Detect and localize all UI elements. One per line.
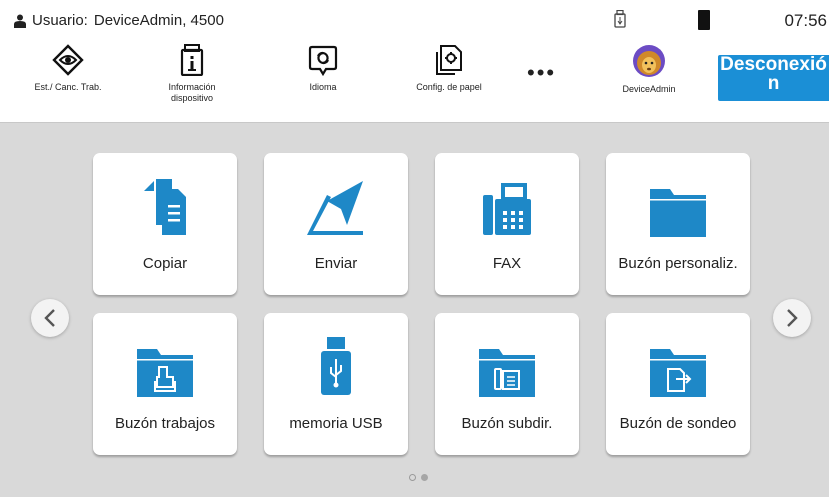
tile-send[interactable]: Enviar	[264, 153, 408, 295]
send-icon	[307, 181, 363, 235]
custom-box-icon	[650, 189, 706, 237]
page-indicator	[409, 474, 428, 481]
user-info: Usuario: DeviceAdmin, 4500	[14, 12, 224, 29]
next-page-button[interactable]	[773, 299, 811, 337]
tile-fax-label: FAX	[492, 255, 522, 272]
usb-status-icon	[614, 10, 626, 28]
usb-icon	[321, 337, 351, 395]
device-status-icon	[698, 10, 710, 30]
subaddress-box-icon	[479, 349, 535, 397]
fax-icon	[483, 183, 531, 235]
tile-subaddress-box-label: Buzón subdir.	[461, 415, 553, 432]
tile-custom-box-label: Buzón personaliz.	[618, 255, 738, 272]
clock: 07:56	[784, 11, 827, 30]
user-icon	[14, 14, 26, 28]
account-label: DeviceAdmin	[622, 84, 676, 94]
job-status-icon	[52, 44, 84, 76]
user-value: DeviceAdmin, 4500	[93, 12, 224, 29]
paper-settings-button[interactable]: Config. de papel	[404, 44, 494, 93]
paper-settings-label: Config. de papel	[416, 82, 482, 92]
top-bar: Usuario: DeviceAdmin, 4500 07:56 Est./ C…	[0, 0, 829, 123]
job-status-label: Est./ Canc. Trab.	[34, 82, 102, 92]
device-info-label: Información dispositivo	[168, 82, 216, 103]
tile-job-box-label: Buzón trabajos	[114, 415, 216, 432]
user-label: Usuario:	[32, 12, 88, 29]
tile-job-box[interactable]: Buzón trabajos	[93, 313, 237, 455]
tile-fax[interactable]: FAX	[435, 153, 579, 295]
chevron-right-icon	[787, 309, 798, 327]
prev-page-button[interactable]	[31, 299, 69, 337]
polling-box-icon	[650, 349, 706, 397]
device-info-button[interactable]: Información dispositivo	[147, 44, 237, 104]
tile-copy-label: Copiar	[142, 255, 188, 272]
page-dot-2[interactable]	[421, 474, 428, 481]
language-button[interactable]: Idioma	[278, 44, 368, 93]
logout-button[interactable]: Desconexió n	[718, 55, 829, 101]
tile-copy[interactable]: Copiar	[93, 153, 237, 295]
account-button[interactable]: DeviceAdmin	[604, 44, 694, 95]
tile-usb-label: memoria USB	[289, 415, 383, 432]
tile-polling-box[interactable]: Buzón de sondeo	[606, 313, 750, 455]
tile-usb[interactable]: memoria USB	[264, 313, 408, 455]
tile-polling-box-label: Buzón de sondeo	[619, 415, 737, 432]
tile-send-label: Enviar	[314, 255, 358, 272]
tile-custom-box[interactable]: Buzón personaliz.	[606, 153, 750, 295]
language-icon	[308, 45, 338, 76]
more-icon[interactable]: •••	[527, 62, 556, 84]
page-dot-1[interactable]	[409, 474, 416, 481]
device-info-icon	[180, 44, 204, 76]
job-box-icon	[137, 349, 193, 397]
chevron-left-icon	[44, 309, 55, 327]
job-status-button[interactable]: Est./ Canc. Trab.	[23, 44, 113, 93]
copy-icon	[144, 179, 186, 235]
logout-label-line2: n	[767, 73, 780, 94]
language-label: Idioma	[309, 82, 337, 92]
logout-label-line1: Desconexió	[720, 55, 827, 75]
paper-settings-icon	[436, 45, 462, 75]
avatar-icon	[633, 45, 665, 77]
tile-subaddress-box[interactable]: Buzón subdir.	[435, 313, 579, 455]
